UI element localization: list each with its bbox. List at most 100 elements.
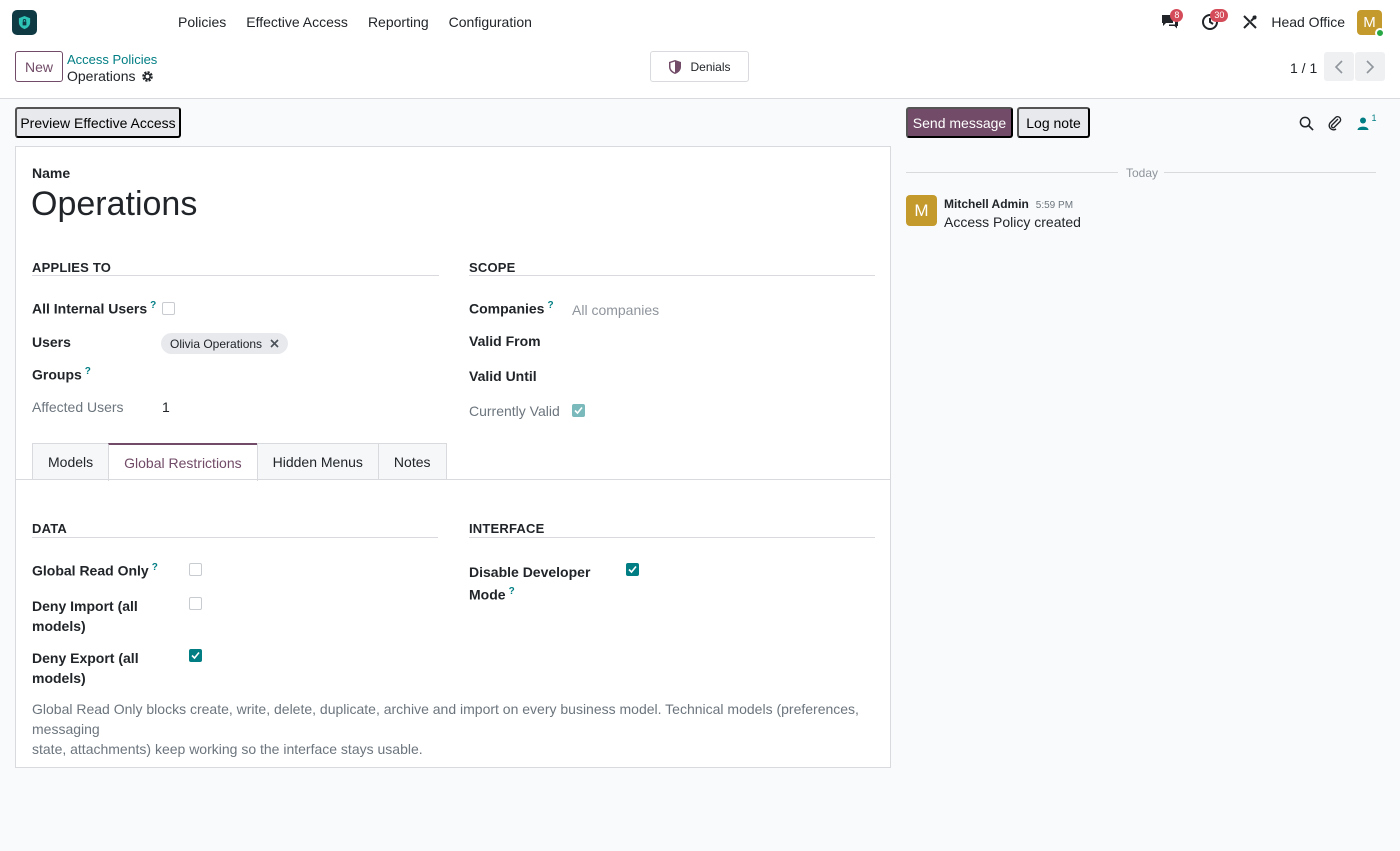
disable-developer-mode-label: Disable Developer Mode? bbox=[469, 562, 590, 605]
log-note-button[interactable]: Log note bbox=[1017, 107, 1090, 138]
company-switcher[interactable]: Head Office bbox=[1271, 14, 1345, 30]
disable-dev-text-1: Disable Developer bbox=[469, 564, 591, 580]
global-restrictions-note: Global Read Only blocks create, write, d… bbox=[32, 699, 882, 759]
tab-models[interactable]: Models bbox=[32, 443, 110, 480]
all-internal-users-label: All Internal Users? bbox=[32, 300, 156, 317]
deny-import-label: Deny Import (all models) bbox=[32, 596, 138, 636]
followers-button[interactable]: 1 bbox=[1354, 112, 1380, 134]
date-separator-left bbox=[906, 172, 1118, 173]
interface-separator bbox=[469, 537, 875, 538]
tab-hidden-menus[interactable]: Hidden Menus bbox=[256, 443, 379, 480]
global-read-only-text: Global Read Only bbox=[32, 562, 149, 579]
menu-effective-access[interactable]: Effective Access bbox=[236, 0, 358, 44]
help-icon[interactable]: ? bbox=[509, 586, 515, 597]
global-read-only-label: Global Read Only? bbox=[32, 562, 158, 579]
help-icon[interactable]: ? bbox=[152, 562, 158, 573]
menu-reporting[interactable]: Reporting bbox=[358, 0, 439, 44]
name-field[interactable]: Operations bbox=[31, 185, 197, 224]
valid-until-label: Valid Until bbox=[469, 368, 537, 384]
online-status-dot bbox=[1375, 27, 1385, 38]
help-icon[interactable]: ? bbox=[547, 300, 553, 311]
companies-field[interactable]: All companies bbox=[572, 302, 659, 318]
shield-icon bbox=[669, 59, 682, 74]
interface-title: INTERFACE bbox=[469, 521, 545, 536]
main-menu: Policies Effective Access Reporting Conf… bbox=[168, 0, 542, 44]
followers-count: 1 bbox=[1371, 113, 1377, 123]
messages-button[interactable]: 8 bbox=[1157, 9, 1184, 35]
deny-import-text-1: Deny Import (all bbox=[32, 598, 138, 614]
users-label: Users bbox=[32, 334, 71, 350]
pager-next-button[interactable] bbox=[1355, 52, 1385, 81]
messages-badge: 8 bbox=[1170, 9, 1184, 22]
tab-notes[interactable]: Notes bbox=[377, 443, 447, 480]
menu-configuration[interactable]: Configuration bbox=[439, 0, 542, 44]
activities-button[interactable]: 30 bbox=[1197, 9, 1229, 35]
breadcrumb-current-label: Operations bbox=[67, 68, 136, 84]
preview-effective-access-button[interactable]: Preview Effective Access bbox=[15, 107, 181, 138]
all-internal-users-checkbox[interactable] bbox=[162, 302, 175, 315]
message-body: Access Policy created bbox=[944, 214, 1081, 230]
global-read-only-checkbox[interactable] bbox=[189, 563, 202, 576]
date-separator-label: Today bbox=[1126, 166, 1159, 180]
breadcrumb-access-policies[interactable]: Access Policies bbox=[67, 52, 157, 67]
help-icon[interactable]: ? bbox=[150, 300, 156, 311]
attachments-button[interactable] bbox=[1324, 112, 1346, 134]
message-time: 5:59 PM bbox=[1035, 200, 1074, 211]
breadcrumb-current: Operations bbox=[67, 68, 154, 84]
deny-export-text-2: models) bbox=[32, 670, 86, 686]
navbar-systray: 8 30 Head Office M bbox=[1157, 0, 1400, 44]
close-icon[interactable] bbox=[270, 339, 279, 348]
affected-users-label: Affected Users bbox=[32, 399, 124, 415]
activities-badge: 30 bbox=[1210, 9, 1229, 22]
valid-from-label: Valid From bbox=[469, 333, 541, 349]
message-author[interactable]: Mitchell Admin bbox=[944, 197, 1029, 211]
top-navbar: Policies Effective Access Reporting Conf… bbox=[0, 0, 1400, 44]
tools-icon bbox=[1243, 15, 1258, 29]
control-panel: New Access Policies Operations Denials 1… bbox=[0, 44, 1400, 99]
help-icon[interactable]: ? bbox=[85, 366, 91, 377]
name-label: Name bbox=[32, 165, 71, 181]
companies-label: Companies? bbox=[469, 300, 554, 317]
disable-developer-mode-checkbox[interactable] bbox=[626, 563, 639, 576]
new-button[interactable]: New bbox=[15, 51, 63, 82]
gear-icon[interactable] bbox=[141, 70, 154, 83]
debug-tools-button[interactable] bbox=[1237, 9, 1263, 35]
tab-global-restrictions[interactable]: Global Restrictions bbox=[108, 443, 258, 481]
deny-export-checkbox[interactable] bbox=[189, 649, 202, 662]
valid-until-field[interactable] bbox=[572, 364, 872, 386]
user-initial: M bbox=[1363, 13, 1376, 31]
pager-value[interactable]: 1 / 1 bbox=[1290, 60, 1317, 76]
chevron-left-icon bbox=[1334, 59, 1343, 74]
notebook-tabs: Models Global Restrictions Hidden Menus … bbox=[32, 443, 447, 481]
deny-import-checkbox[interactable] bbox=[189, 597, 202, 610]
data-separator bbox=[32, 537, 438, 538]
search-messages-button[interactable] bbox=[1295, 112, 1317, 134]
send-message-button[interactable]: Send message bbox=[906, 107, 1013, 138]
user-tag-label: Olivia Operations bbox=[170, 336, 263, 351]
data-title: DATA bbox=[32, 521, 67, 536]
message-header: Mitchell Admin 5:59 PM bbox=[944, 195, 1073, 211]
deny-export-text-1: Deny Export (all bbox=[32, 650, 139, 666]
deny-export-label: Deny Export (all models) bbox=[32, 648, 139, 688]
message-author-avatar[interactable]: M bbox=[906, 195, 937, 226]
applies-to-title: APPLIES TO bbox=[32, 260, 112, 275]
form-sheet: Name Operations APPLIES TO All Internal … bbox=[15, 146, 891, 768]
message-author-initial: M bbox=[914, 200, 929, 220]
all-internal-users-text: All Internal Users bbox=[32, 300, 148, 317]
pager-previous-button[interactable] bbox=[1324, 52, 1354, 81]
check-icon bbox=[574, 406, 583, 415]
app-logo-icon[interactable] bbox=[12, 10, 37, 35]
denials-smart-button[interactable]: Denials bbox=[650, 51, 749, 82]
valid-from-field[interactable] bbox=[572, 329, 872, 351]
menu-policies[interactable]: Policies bbox=[168, 0, 236, 44]
scope-title: SCOPE bbox=[469, 260, 516, 275]
user-avatar[interactable]: M bbox=[1357, 9, 1385, 38]
currently-valid-checkbox bbox=[572, 404, 585, 417]
companies-text: Companies bbox=[469, 300, 545, 317]
currently-valid-label: Currently Valid bbox=[469, 403, 560, 419]
date-separator-right bbox=[1164, 172, 1376, 173]
paperclip-icon bbox=[1328, 116, 1342, 131]
chevron-right-icon bbox=[1366, 59, 1375, 74]
deny-import-text-2: models) bbox=[32, 618, 86, 634]
user-tag: Olivia Operations bbox=[161, 333, 289, 354]
